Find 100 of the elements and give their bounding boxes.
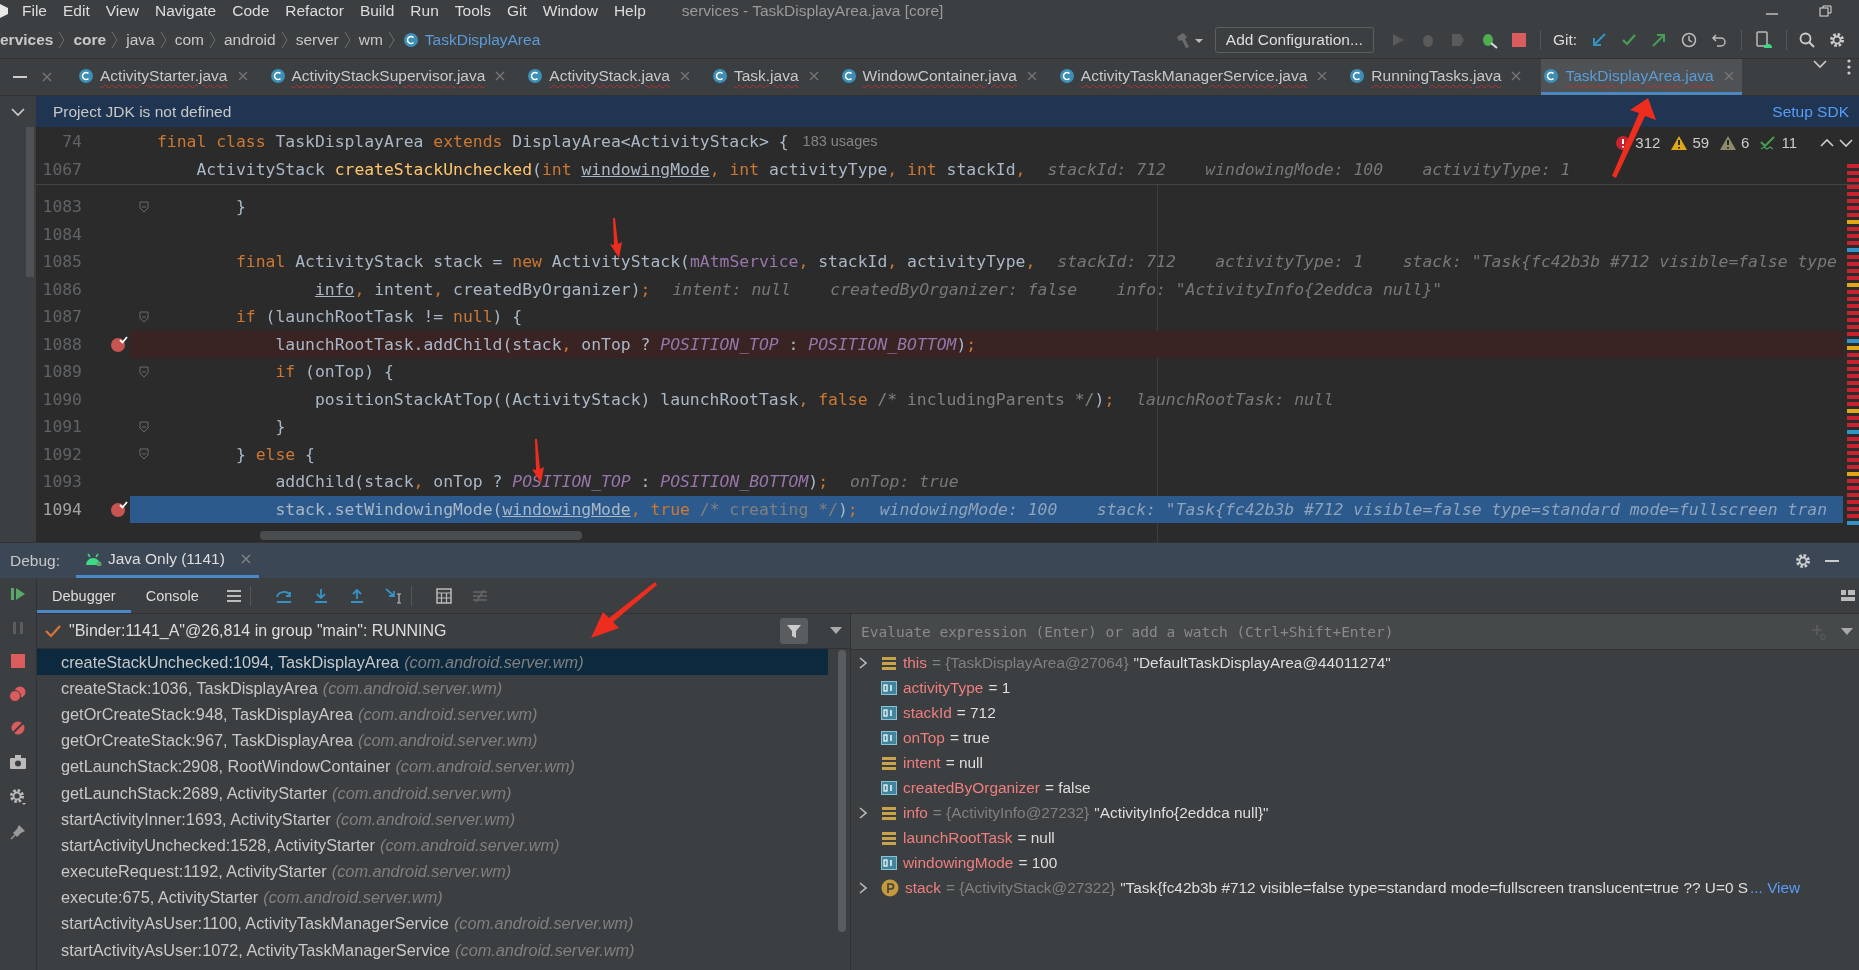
variable-entry[interactable]: onTop = true	[903, 728, 990, 747]
breadcrumb-item[interactable]: android	[223, 31, 276, 49]
menu-item[interactable]: Git	[506, 2, 527, 20]
breakpoint-icon[interactable]	[110, 500, 128, 519]
variable-entry[interactable]: stackId = 712	[903, 703, 996, 722]
add-configuration-button[interactable]: Add Configuration...	[1214, 27, 1374, 53]
menu-item[interactable]: File	[22, 2, 47, 20]
stack-frame[interactable]: createStack:1036, TaskDisplayArea (com.android.server.wm)	[37, 675, 828, 702]
breadcrumb-item[interactable]: wm	[358, 31, 383, 49]
pin-icon[interactable]	[10, 824, 26, 840]
restore-icon[interactable]	[1819, 5, 1833, 17]
variable-entry[interactable]: stack = {ActivityStack@27322} "Task{fc42b3b #712 visible=false type=standard mode=fullscreen translucent=true ?? U=0 S	[905, 878, 1749, 897]
clock-icon[interactable]	[1681, 32, 1697, 48]
editor-tab[interactable]: ActivityTaskManagerService.java	[1056, 59, 1336, 95]
tab-label[interactable]: ActivityStarter.java	[100, 66, 228, 85]
breadcrumb-item[interactable]: ervices	[0, 31, 54, 49]
variable-entry[interactable]: windowingMode = 100	[903, 853, 1058, 872]
mute-breakpoints-icon[interactable]	[10, 720, 26, 736]
breakpoint-icon[interactable]	[110, 335, 128, 354]
vertical-scrollbar[interactable]	[838, 650, 846, 932]
stack-frame[interactable]: executeRequest:1192, ActivityStarter (com.android.server.wm)	[37, 858, 828, 885]
settings-icon[interactable]	[1829, 32, 1845, 48]
tab-label[interactable]: ActivityStackSupervisor.java	[291, 66, 486, 85]
close-icon[interactable]	[1511, 70, 1522, 81]
update-arrow-icon[interactable]	[1591, 32, 1607, 48]
stack-frame[interactable]: startActivityInner:1693, ActivityStarter (com.android.server.wm)	[37, 806, 828, 833]
variable-row[interactable]: onTop = true	[851, 725, 1859, 750]
stack-frame[interactable]: getOrCreateStack:948, TaskDisplayArea (com.android.server.wm)	[37, 701, 828, 728]
variable-row[interactable]: stackId = 712	[851, 700, 1859, 725]
search-icon[interactable]	[1799, 32, 1815, 48]
close-icon[interactable]	[240, 554, 251, 564]
menu-item[interactable]: Tools	[454, 2, 491, 20]
menu-item[interactable]: Build	[359, 2, 395, 20]
close-icon[interactable]	[42, 72, 52, 82]
debugger-tab[interactable]: Debugger	[37, 578, 131, 613]
dropdown-caret-icon[interactable]	[830, 627, 842, 635]
variable-row[interactable]: launchRootTask = null	[851, 825, 1859, 850]
variable-row[interactable]: intent = null	[851, 750, 1859, 775]
close-icon[interactable]	[679, 70, 690, 81]
chevron-down-icon[interactable]	[11, 106, 25, 117]
menu-item[interactable]: View	[105, 2, 140, 20]
close-icon[interactable]	[495, 70, 506, 81]
variable-entry[interactable]: intent = null	[903, 753, 983, 772]
variable-row[interactable]: windowingMode = 100	[851, 850, 1859, 875]
editor-tab[interactable]: WindowContainer.java	[838, 59, 1045, 95]
breadcrumb-item[interactable]: com	[174, 31, 204, 49]
minimize-icon[interactable]	[1825, 558, 1839, 563]
step-out-icon[interactable]	[348, 587, 365, 604]
editor-tab[interactable]: RunningTasks.java	[1347, 59, 1530, 95]
more-icon[interactable]	[1847, 59, 1851, 75]
tab-label[interactable]: WindowContainer.java	[862, 66, 1017, 85]
view-link[interactable]: ... View	[1750, 878, 1801, 897]
calculator-icon[interactable]	[435, 587, 452, 604]
variable-entry[interactable]: this = {TaskDisplayArea@27064} "DefaultTaskDisplayArea@44011274"	[903, 653, 1391, 672]
menu-item[interactable]: Refactor	[285, 2, 344, 20]
variable-row[interactable]: info = {ActivityInfo@27232} "ActivityInfo{2eddca null}"	[851, 800, 1859, 825]
fold-marker-icon[interactable]	[138, 420, 149, 433]
warning-icon[interactable]	[1671, 135, 1688, 150]
menu-item[interactable]: Help	[613, 2, 646, 20]
tab-label[interactable]: ActivityTaskManagerService.java	[1080, 66, 1308, 85]
variable-entry[interactable]: info = {ActivityInfo@27232} "ActivityInfo{2eddca null}"	[903, 803, 1269, 822]
stack-frame[interactable]: startActivityAsUser:1072, ActivityTaskManagerService (com.android.server.wm)	[37, 937, 828, 964]
variable-row[interactable]: activityType = 1	[851, 675, 1859, 700]
session-label[interactable]: Java Only (1141)	[108, 550, 225, 568]
chevron-up-icon[interactable]	[1820, 137, 1834, 148]
stack-frame[interactable]: getLaunchStack:2689, ActivityStarter (com.android.server.wm)	[37, 779, 828, 807]
fold-marker-icon[interactable]	[138, 448, 149, 461]
variable-row[interactable]: this = {TaskDisplayArea@27064} "DefaultTaskDisplayArea@44011274"	[851, 650, 1859, 675]
menu-item[interactable]: Navigate	[155, 2, 217, 20]
menu-item[interactable]: Run	[410, 2, 439, 20]
stack-frame[interactable]: startActivityUnchecked:1528, ActivityStarter (com.android.server.wm)	[37, 832, 828, 859]
breadcrumb-item[interactable]: core	[73, 31, 107, 49]
tab-label[interactable]: Task.java	[733, 66, 799, 85]
settings-icon[interactable]	[1795, 552, 1811, 569]
menu-item[interactable]: Code	[232, 2, 270, 20]
editor-tab[interactable]: ActivityStack.java	[525, 59, 698, 95]
fold-marker-icon[interactable]	[138, 365, 149, 378]
stack-frame[interactable]: createStackUnchecked:1094, TaskDisplayArea (com.android.server.wm)	[37, 649, 828, 676]
stack-frame[interactable]: execute:675, ActivityStarter (com.android.server.wm)	[37, 884, 828, 911]
undo-icon[interactable]	[1711, 32, 1727, 48]
breakpoints-icon[interactable]	[9, 686, 27, 702]
device-icon[interactable]	[1754, 31, 1772, 49]
dropdown-caret-icon[interactable]	[1841, 627, 1853, 636]
stack-frame[interactable]: getLaunchStack:2908, RootWindowContainer (com.android.server.wm)	[37, 753, 828, 780]
hammer-icon[interactable]	[1174, 31, 1205, 49]
variable-entry[interactable]: launchRootTask = null	[903, 828, 1055, 847]
push-arrow-icon[interactable]	[1651, 32, 1667, 48]
close-icon[interactable]	[808, 70, 819, 81]
debugger-tab[interactable]: Console	[130, 578, 214, 613]
variable-entry[interactable]: activityType = 1	[903, 678, 1011, 697]
tab-label[interactable]: ActivityStack.java	[549, 66, 670, 85]
breadcrumb-item[interactable]: server	[295, 31, 339, 49]
checkmark-icon[interactable]	[1621, 32, 1637, 48]
debug-session-tab[interactable]: Java Only (1141)	[76, 543, 259, 578]
thread-selector[interactable]: "Binder:1141_A"@26,814 in group "main": RUNNING	[69, 622, 447, 640]
settings-icon[interactable]	[9, 788, 27, 806]
camera-icon[interactable]	[9, 754, 27, 770]
stack-frame[interactable]: getOrCreateStack:967, TaskDisplayArea (com.android.server.wm)	[37, 727, 828, 754]
close-icon[interactable]	[1026, 70, 1037, 81]
setup-sdk-link[interactable]: Setup SDK	[1772, 102, 1849, 121]
